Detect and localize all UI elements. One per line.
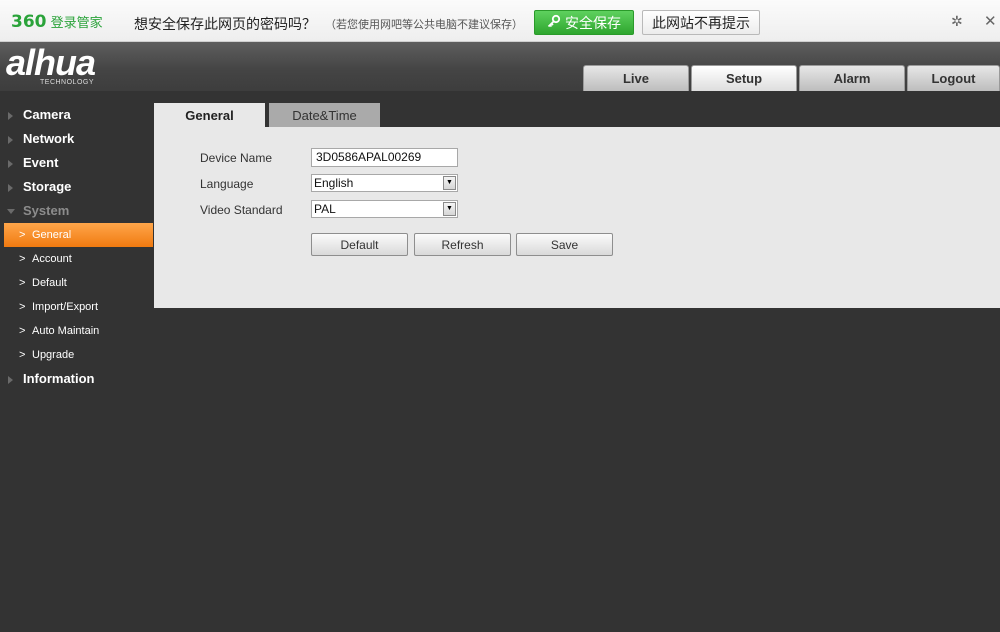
app-header: alhua TECHNOLOGY Live Setup Alarm Logout [0, 42, 1000, 91]
dropdown-arrow-icon[interactable]: ▼ [443, 202, 456, 216]
tab-live[interactable]: Live [583, 65, 689, 91]
sidebar-item-storage[interactable]: Storage [0, 175, 153, 199]
dropdown-arrow-icon[interactable]: ▼ [443, 176, 456, 190]
sidebar-subitem-default[interactable]: > Default [0, 271, 153, 295]
general-settings-panel: Device Name 3D0586APAL00269 Language Eng… [154, 127, 1000, 308]
brand-number: 360 [11, 12, 47, 32]
sidebar-item-label: Storage [23, 179, 72, 194]
sidebar-subitem-auto-maintain[interactable]: > Auto Maintain [0, 319, 153, 343]
sidebar-subitem-label: Upgrade [32, 349, 75, 361]
sidebar-item-system[interactable]: System [0, 199, 153, 223]
sidebar-subitem-import-export[interactable]: > Import/Export [0, 295, 153, 319]
safe-save-label: 安全保存 [565, 15, 621, 32]
video-standard-value: PAL [314, 202, 336, 216]
sidebar-item-label: Information [23, 371, 95, 386]
refresh-button[interactable]: Refresh [414, 233, 511, 256]
sidebar-item-camera[interactable]: Camera [0, 103, 153, 127]
save-password-question: 想安全保存此网页的密码吗？ [134, 17, 316, 33]
triangle-right-icon [8, 184, 13, 192]
dahua-logo: alhua [6, 42, 96, 83]
default-button[interactable]: Default [311, 233, 408, 256]
language-label: Language [200, 177, 254, 191]
sidebar-subitem-label: Default [32, 277, 67, 289]
brand-text: 登录管家 [50, 16, 103, 31]
sidebar-item-event[interactable]: Event [0, 151, 153, 175]
sidebar-item-label: Camera [23, 107, 71, 122]
safe-save-button[interactable]: 安全保存 [534, 10, 634, 35]
triangle-right-icon [8, 112, 13, 120]
language-select[interactable]: English ▼ [311, 174, 458, 192]
public-computer-hint: （若您使用网吧等公共电脑不建议保存） [325, 18, 523, 31]
tab-setup[interactable]: Setup [691, 65, 797, 91]
password-save-bar: 360 登录管家 想安全保存此网页的密码吗？ （若您使用网吧等公共电脑不建议保存… [0, 0, 1000, 42]
sidebar-subitem-general[interactable]: > General [4, 223, 153, 247]
key-icon [547, 14, 561, 32]
chevron-right-icon: > [19, 253, 26, 265]
close-icon[interactable]: ✕ [984, 12, 997, 30]
gear-icon[interactable]: ✲ [951, 13, 963, 30]
tab-general[interactable]: General [154, 103, 265, 127]
triangle-right-icon [8, 136, 13, 144]
chevron-right-icon: > [19, 229, 26, 241]
triangle-right-icon [8, 376, 13, 384]
language-value: English [314, 176, 354, 190]
triangle-right-icon [8, 160, 13, 168]
logo-subtitle: TECHNOLOGY [40, 79, 95, 86]
sidebar-item-label: Event [23, 155, 59, 170]
sidebar-subitem-label: General [32, 229, 72, 241]
sidebar-item-label: Network [23, 131, 75, 146]
sidebar-subitem-label: Account [32, 253, 72, 265]
sidebar-item-network[interactable]: Network [0, 127, 153, 151]
sidebar-subitem-label: Import/Export [32, 301, 99, 313]
sidebar-subitem-upgrade[interactable]: > Upgrade [0, 343, 153, 367]
chevron-right-icon: > [19, 349, 26, 361]
never-prompt-button[interactable]: 此网站不再提示 [642, 10, 760, 35]
device-name-input[interactable]: 3D0586APAL00269 [311, 148, 458, 167]
triangle-down-icon [7, 209, 15, 214]
tab-logout[interactable]: Logout [907, 65, 1000, 91]
video-standard-label: Video Standard [200, 203, 283, 217]
save-button[interactable]: Save [516, 233, 613, 256]
sidebar-subitem-label: Auto Maintain [32, 325, 100, 337]
tab-alarm[interactable]: Alarm [799, 65, 905, 91]
sidebar-item-information[interactable]: Information [0, 367, 153, 391]
chevron-right-icon: > [19, 277, 26, 289]
tab-date-time[interactable]: Date&Time [269, 103, 380, 127]
video-standard-select[interactable]: PAL ▼ [311, 200, 458, 218]
brand-logo: 360 登录管家 [11, 13, 103, 33]
sidebar-subitem-account[interactable]: > Account [0, 247, 153, 271]
setup-sidebar: Camera Network Event Storage System > Ge… [0, 103, 153, 391]
chevron-right-icon: > [19, 325, 26, 337]
sidebar-item-label: System [23, 203, 70, 218]
device-name-label: Device Name [200, 151, 273, 165]
chevron-right-icon: > [19, 301, 26, 313]
